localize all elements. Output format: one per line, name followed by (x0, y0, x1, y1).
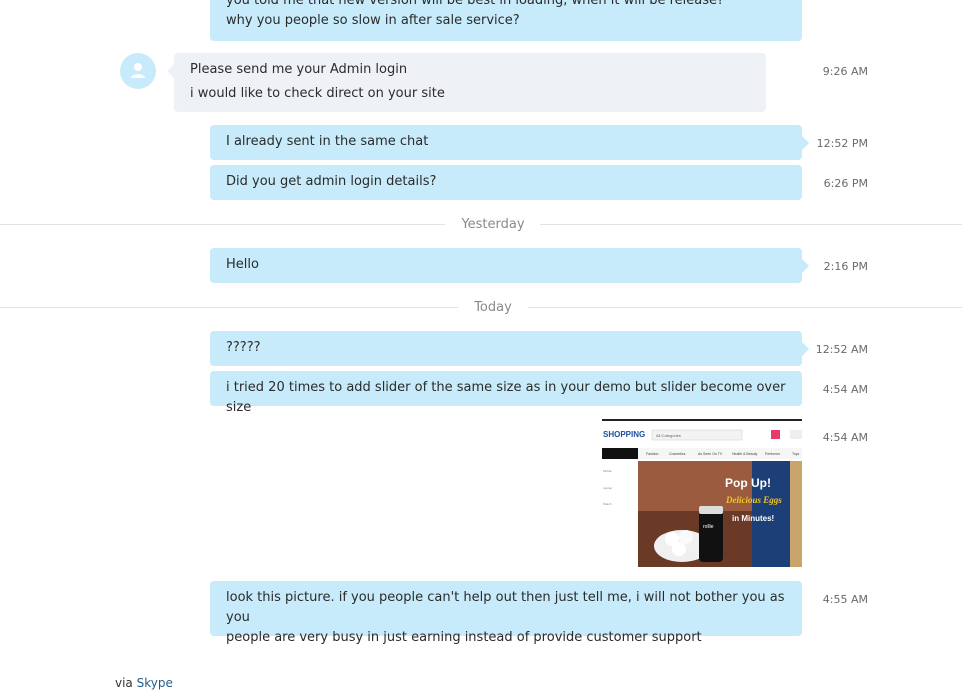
message-timestamp: 4:54 AM (822, 431, 868, 444)
message-text: i tried 20 times to add slider of the sa… (226, 380, 786, 415)
message-bubble-outgoing[interactable]: I already sent in the same chat (210, 125, 809, 160)
message-text: why you people so slow in after sale ser… (226, 13, 520, 28)
message-timestamp: 12:52 PM (816, 137, 868, 150)
site-logo: SHOPPING (603, 430, 645, 439)
message-timestamp: 6:26 PM (823, 177, 868, 190)
message-bubble-outgoing[interactable]: you told me that new version will be bes… (210, 0, 802, 41)
message-text: ????? (226, 340, 261, 355)
user-icon (131, 63, 145, 78)
message-text: look this picture. if you people can't h… (226, 590, 785, 625)
date-separator-today: Today (474, 300, 512, 315)
message-timestamp: 9:26 AM (822, 65, 868, 78)
site-side-item: Mobile (603, 469, 612, 473)
message-timestamp: 4:54 AM (822, 383, 868, 396)
message-bubble-outgoing[interactable]: look this picture. if you people can't h… (210, 581, 802, 645)
message-text: Please send me your Admin login (190, 62, 408, 77)
message-timestamp: 12:52 AM (815, 343, 868, 356)
site-nav-item: As Seen On TV (698, 452, 723, 456)
date-separator-yesterday: Yesterday (461, 217, 525, 232)
message-text: I already sent in the same chat (226, 134, 429, 149)
message-timestamp: 2:16 PM (823, 260, 868, 273)
site-side-item: Watch (603, 502, 612, 506)
website-screenshot-image: SHOPPING All Categories Fashion Cosmetic… (602, 421, 802, 567)
banner-subline: in Minutes! (732, 514, 774, 523)
message-bubble-outgoing[interactable]: Hello (210, 248, 809, 283)
message-bubble-outgoing[interactable]: ????? (210, 331, 809, 366)
category-select: All Categories (656, 433, 681, 438)
product-label: rollie (703, 524, 714, 530)
banner-headline: Pop Up! (725, 476, 771, 490)
message-bubble-outgoing[interactable]: i tried 20 times to add slider of the sa… (210, 371, 802, 415)
message-text: Did you get admin login details? (226, 174, 437, 189)
site-nav-item: Fashion (646, 452, 659, 456)
contact-avatar[interactable] (120, 53, 156, 89)
message-timestamp: 4:55 AM (822, 593, 868, 606)
image-attachment[interactable]: SHOPPING All Categories Fashion Cosmetic… (602, 419, 802, 567)
message-text: people are very busy in just earning ins… (226, 630, 702, 645)
message-bubble-outgoing[interactable]: Did you get admin login details? (210, 165, 802, 200)
site-side-item: Laptop (603, 486, 613, 490)
site-nav-item: Health & Beauty (732, 452, 758, 456)
message-bubble-incoming[interactable]: Please send me your Admin login i would … (167, 53, 766, 112)
message-text: you told me that new version will be bes… (226, 0, 724, 8)
message-text: i would like to check direct on your sit… (190, 86, 445, 101)
site-nav-item: Perfumes (765, 452, 780, 456)
banner-subline: Delicious Eggs (725, 495, 782, 505)
site-nav-item: Toys (792, 452, 799, 456)
site-nav-item: Cosmetics (669, 452, 686, 456)
message-text: Hello (226, 257, 259, 272)
